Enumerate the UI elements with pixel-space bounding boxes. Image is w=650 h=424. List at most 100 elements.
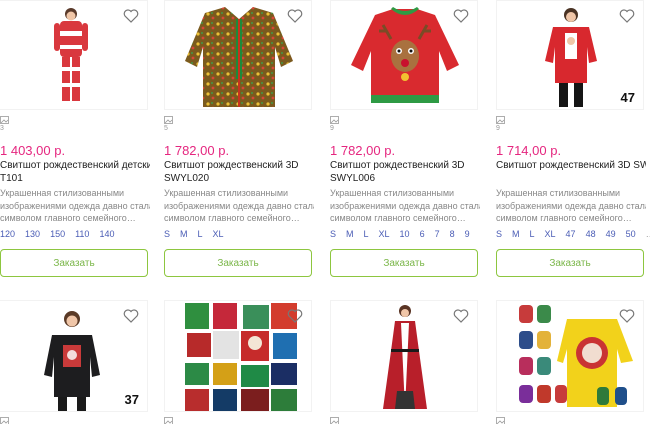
title-line: Свитшот рождественский детский 3D xyxy=(0,160,150,171)
order-button[interactable]: Заказать xyxy=(0,249,148,277)
size-list: 120 130 150 110 140 xyxy=(0,229,124,239)
size-option[interactable]: 48 xyxy=(586,229,596,239)
title-line: Свитшот рождественский 3D SWYS-2 xyxy=(496,160,646,171)
image-gallery-icon xyxy=(330,116,339,124)
favorite-heart-icon[interactable] xyxy=(619,9,635,23)
size-option[interactable]: 110 xyxy=(75,229,89,239)
image-gallery-icon xyxy=(330,417,339,424)
favorite-heart-icon[interactable] xyxy=(619,309,635,323)
product-card[interactable] xyxy=(164,300,312,424)
desc-line: изображениями одежда давно стала xyxy=(496,200,646,211)
product-image[interactable] xyxy=(164,0,312,110)
gallery-indicator xyxy=(0,417,9,424)
more-sizes-indicator[interactable]: … xyxy=(646,229,650,239)
size-option[interactable]: 150 xyxy=(50,229,65,239)
gallery-indicator: 5 xyxy=(164,116,173,133)
gallery-count: 9 xyxy=(330,125,334,132)
gallery-count: 3 xyxy=(0,125,4,132)
image-gallery-icon xyxy=(164,417,173,424)
size-option[interactable]: M xyxy=(180,229,188,239)
size-option[interactable]: 130 xyxy=(25,229,40,239)
favorite-heart-icon[interactable] xyxy=(453,309,469,323)
product-image[interactable] xyxy=(330,300,478,412)
product-title[interactable]: Свитшот рождественский 3D SWYL006 xyxy=(330,159,480,185)
size-option[interactable]: L xyxy=(364,229,369,239)
product-price: 1 782,00 р. xyxy=(164,143,230,158)
gallery-indicator: 9 xyxy=(496,116,505,133)
size-badge: 37 xyxy=(124,392,139,407)
image-gallery-icon xyxy=(0,417,9,424)
product-card[interactable]: 37 xyxy=(0,300,148,424)
product-card[interactable] xyxy=(330,300,478,424)
product-card[interactable]: 47 9 1 714,00 р. Свитшот рождественский … xyxy=(496,0,650,280)
product-image[interactable] xyxy=(0,0,148,110)
size-option[interactable]: XL xyxy=(213,229,224,239)
size-option[interactable]: XL xyxy=(545,229,556,239)
product-card[interactable]: 3 1 403,00 р. Свитшот рождественский дет… xyxy=(0,0,150,280)
order-button[interactable]: Заказать xyxy=(330,249,478,277)
gallery-count: 9 xyxy=(496,125,500,132)
product-image[interactable] xyxy=(164,300,312,412)
size-option[interactable]: 7 xyxy=(435,229,440,239)
product-image[interactable]: 37 xyxy=(0,300,148,412)
size-option[interactable]: XL xyxy=(379,229,390,239)
size-option[interactable]: 6 xyxy=(420,229,425,239)
order-button[interactable]: Заказать xyxy=(496,249,644,277)
product-card[interactable]: 9 1 782,00 р. Свитшот рождественский 3D … xyxy=(330,0,480,280)
size-option[interactable]: 8 xyxy=(450,229,455,239)
product-image[interactable] xyxy=(330,0,478,110)
size-option[interactable]: 140 xyxy=(99,229,114,239)
favorite-heart-icon[interactable] xyxy=(123,9,139,23)
image-gallery-icon xyxy=(496,417,505,424)
title-line: Свитшот рождественский 3D xyxy=(164,160,299,171)
product-card[interactable]: 5 1 782,00 р. Свитшот рождественский 3D … xyxy=(164,0,314,280)
product-description: Украшенная стилизованными изображениями … xyxy=(496,187,646,225)
product-price: 1 403,00 р. xyxy=(0,143,66,158)
desc-line: символом главного семейного… xyxy=(496,213,632,223)
title-line: T101 xyxy=(0,173,23,184)
favorite-heart-icon[interactable] xyxy=(287,9,303,23)
gallery-indicator xyxy=(330,417,339,424)
favorite-heart-icon[interactable] xyxy=(453,9,469,23)
size-option[interactable]: 9 xyxy=(465,229,470,239)
order-button[interactable]: Заказать xyxy=(164,249,312,277)
product-price: 1 782,00 р. xyxy=(330,143,396,158)
size-option[interactable]: 120 xyxy=(0,229,15,239)
size-option[interactable]: 50 xyxy=(626,229,636,239)
size-option[interactable]: L xyxy=(198,229,203,239)
product-description: Украшенная стилизованными изображениями … xyxy=(330,187,480,225)
product-image[interactable] xyxy=(496,300,644,412)
image-gallery-icon xyxy=(496,116,505,124)
size-option[interactable]: 10 xyxy=(400,229,410,239)
size-list: S M L XL 10 6 7 8 9 xyxy=(330,229,480,239)
image-gallery-icon xyxy=(164,116,173,124)
size-option[interactable]: M xyxy=(346,229,354,239)
product-title[interactable]: Свитшот рождественский 3D SWYS-2 xyxy=(496,159,646,172)
desc-line: Украшенная стилизованными xyxy=(164,188,289,198)
size-option[interactable]: S xyxy=(330,229,336,239)
product-description: Украшенная стилизованными изображениями … xyxy=(0,187,150,225)
product-card[interactable] xyxy=(496,300,644,424)
product-title[interactable]: Свитшот рождественский 3D SWYL020 xyxy=(164,159,314,185)
size-option[interactable]: M xyxy=(512,229,520,239)
size-list: S M L XL 47 48 49 50 … xyxy=(496,229,650,239)
product-title[interactable]: Свитшот рождественский детский 3D T101 xyxy=(0,159,150,185)
desc-line: символом главного семейного… xyxy=(164,213,300,223)
size-option[interactable]: 49 xyxy=(606,229,616,239)
size-option[interactable]: L xyxy=(530,229,535,239)
title-line: Свитшот рождественский 3D xyxy=(330,160,465,171)
size-option[interactable]: S xyxy=(164,229,170,239)
favorite-heart-icon[interactable] xyxy=(123,309,139,323)
size-badge: 47 xyxy=(620,90,635,105)
product-description: Украшенная стилизованными изображениями … xyxy=(164,187,314,225)
desc-line: символом главного семейного… xyxy=(330,213,466,223)
image-gallery-icon xyxy=(0,116,9,124)
desc-line: Украшенная стилизованными xyxy=(330,188,455,198)
size-option[interactable]: 47 xyxy=(566,229,576,239)
gallery-indicator xyxy=(164,417,173,424)
favorite-heart-icon[interactable] xyxy=(287,309,303,323)
desc-line: Украшенная стилизованными xyxy=(496,188,621,198)
title-line: SWYL020 xyxy=(164,173,210,184)
product-image[interactable]: 47 xyxy=(496,0,644,110)
size-option[interactable]: S xyxy=(496,229,502,239)
